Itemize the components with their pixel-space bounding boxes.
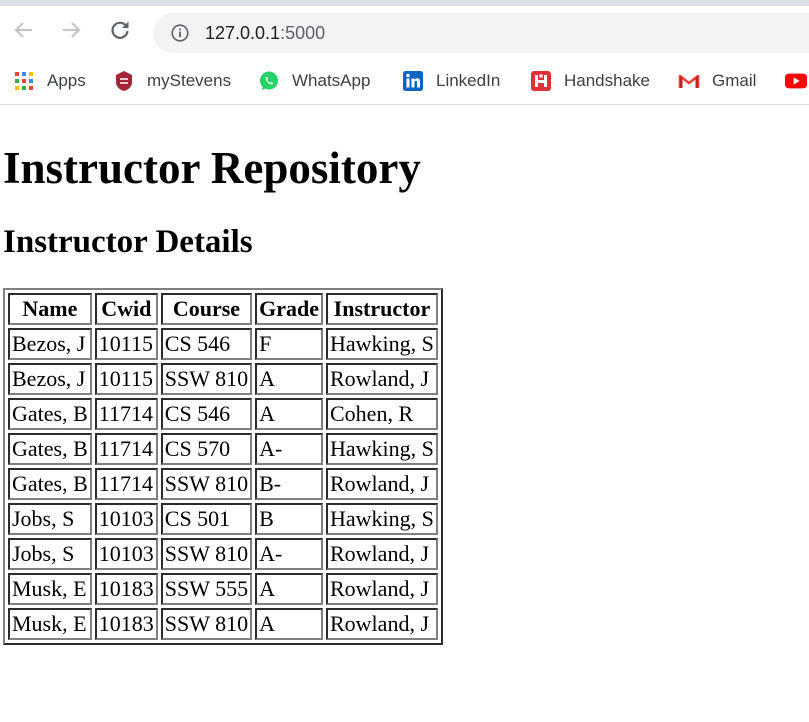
youtube-icon bbox=[785, 70, 807, 92]
bookmark-label: WhatsApp bbox=[292, 71, 371, 90]
cell-cwid: 10183 bbox=[94, 573, 158, 605]
cell-instructor: Rowland, J bbox=[326, 573, 438, 605]
cell-grade: A- bbox=[255, 538, 323, 570]
cell-grade: A bbox=[255, 608, 323, 640]
cell-course: SSW 555 bbox=[160, 573, 253, 605]
bookmark-gmail[interactable]: Gmail bbox=[678, 70, 756, 92]
info-icon[interactable] bbox=[171, 24, 189, 42]
cell-course: SSW 810 bbox=[160, 538, 253, 570]
header-name: Name bbox=[8, 293, 92, 325]
cell-grade: A- bbox=[255, 433, 323, 465]
bookmark-linkedin[interactable]: LinkedIn bbox=[402, 70, 500, 92]
cell-instructor: Rowland, J bbox=[326, 363, 438, 395]
browser-toolbar: 127.0.0.1:5000 bbox=[0, 6, 809, 58]
back-button[interactable] bbox=[13, 19, 35, 41]
cell-cwid: 10115 bbox=[94, 363, 158, 395]
cell-name: Gates, B bbox=[8, 398, 92, 430]
whatsapp-icon bbox=[258, 70, 280, 92]
bookmark-apps[interactable]: Apps bbox=[13, 70, 86, 92]
page-title: Instructor Repository bbox=[3, 143, 421, 193]
cell-course: CS 546 bbox=[160, 328, 253, 360]
cell-course: CS 570 bbox=[160, 433, 253, 465]
bookmark-label: Handshake bbox=[564, 71, 651, 90]
arrow-right-icon bbox=[63, 22, 81, 38]
cell-name: Gates, B bbox=[8, 433, 92, 465]
cell-grade: F bbox=[255, 328, 323, 360]
table-row: Bezos, J 10115 SSW 810 A Rowland, J bbox=[8, 363, 438, 395]
url-port: :5000 bbox=[280, 23, 326, 43]
table-header-row: Name Cwid Course Grade Instructor bbox=[8, 293, 438, 325]
reload-button[interactable] bbox=[109, 19, 131, 41]
instructor-table: Name Cwid Course Grade Instructor Bezos,… bbox=[3, 288, 443, 645]
header-course: Course bbox=[160, 293, 253, 325]
gmail-icon bbox=[678, 70, 700, 92]
table-row: Jobs, S 10103 CS 501 B Hawking, S bbox=[8, 503, 438, 535]
cell-course: CS 546 bbox=[160, 398, 253, 430]
linkedin-icon bbox=[402, 70, 424, 92]
cell-cwid: 11714 bbox=[94, 468, 158, 500]
page-content: Instructor Repository Instructor Details… bbox=[0, 143, 809, 645]
cell-instructor: Cohen, R bbox=[326, 398, 438, 430]
cell-grade: A bbox=[255, 398, 323, 430]
bookmark-label: LinkedIn bbox=[436, 71, 501, 90]
cell-cwid: 10115 bbox=[94, 328, 158, 360]
cell-instructor: Rowland, J bbox=[326, 468, 438, 500]
apps-grid-icon bbox=[13, 70, 35, 92]
table-row: Musk, E 10183 SSW 810 A Rowland, J bbox=[8, 608, 438, 640]
bookmark-handshake[interactable]: Handshake bbox=[530, 70, 650, 92]
cell-course: SSW 810 bbox=[160, 608, 253, 640]
table-row: Gates, B 11714 CS 570 A- Hawking, S bbox=[8, 433, 438, 465]
forward-button[interactable] bbox=[60, 19, 82, 41]
table-row: Gates, B 11714 SSW 810 B- Rowland, J bbox=[8, 468, 438, 500]
bookmark-youtube[interactable] bbox=[785, 70, 809, 92]
table-row: Jobs, S 10103 SSW 810 A- Rowland, J bbox=[8, 538, 438, 570]
bookmark-mystevens[interactable]: myStevens bbox=[113, 70, 231, 92]
cell-grade: B- bbox=[255, 468, 323, 500]
address-bar[interactable]: 127.0.0.1:5000 bbox=[153, 13, 809, 53]
table-row: Bezos, J 10115 CS 546 F Hawking, S bbox=[8, 328, 438, 360]
cell-name: Jobs, S bbox=[8, 503, 92, 535]
header-cwid: Cwid bbox=[94, 293, 158, 325]
bookmark-label: Gmail bbox=[712, 71, 757, 90]
cell-instructor: Hawking, S bbox=[326, 433, 438, 465]
cell-grade: A bbox=[255, 573, 323, 605]
cell-instructor: Rowland, J bbox=[326, 608, 438, 640]
cell-grade: B bbox=[255, 503, 323, 535]
url-text[interactable]: 127.0.0.1:5000 bbox=[205, 22, 325, 44]
cell-cwid: 10103 bbox=[94, 503, 158, 535]
cell-name: Musk, E bbox=[8, 573, 92, 605]
cell-name: Musk, E bbox=[8, 608, 92, 640]
bookmark-label: myStevens bbox=[147, 71, 232, 90]
cell-cwid: 11714 bbox=[94, 398, 158, 430]
handshake-icon bbox=[530, 70, 552, 92]
url-host: 127.0.0.1 bbox=[205, 23, 281, 43]
cell-course: SSW 810 bbox=[160, 363, 253, 395]
header-instructor: Instructor bbox=[326, 293, 438, 325]
bookmark-whatsapp[interactable]: WhatsApp bbox=[258, 70, 370, 92]
header-grade: Grade bbox=[255, 293, 323, 325]
table-row: Gates, B 11714 CS 546 A Cohen, R bbox=[8, 398, 438, 430]
bookmark-label: Apps bbox=[47, 71, 86, 90]
cell-name: Gates, B bbox=[8, 468, 92, 500]
cell-instructor: Hawking, S bbox=[326, 328, 438, 360]
reload-icon bbox=[111, 21, 129, 39]
cell-instructor: Hawking, S bbox=[326, 503, 438, 535]
cell-course: CS 501 bbox=[160, 503, 253, 535]
cell-name: Bezos, J bbox=[8, 328, 92, 360]
table-row: Musk, E 10183 SSW 555 A Rowland, J bbox=[8, 573, 438, 605]
cell-name: Bezos, J bbox=[8, 363, 92, 395]
arrow-left-icon bbox=[14, 22, 32, 38]
cell-grade: A bbox=[255, 363, 323, 395]
cell-instructor: Rowland, J bbox=[326, 538, 438, 570]
cell-cwid: 10103 bbox=[94, 538, 158, 570]
bookmarks-bar: Apps myStevens WhatsApp LinkedIn Handsha… bbox=[0, 58, 809, 105]
cell-course: SSW 810 bbox=[160, 468, 253, 500]
stevens-shield-icon bbox=[113, 70, 135, 92]
cell-name: Jobs, S bbox=[8, 538, 92, 570]
cell-cwid: 10183 bbox=[94, 608, 158, 640]
page-subtitle: Instructor Details bbox=[3, 224, 253, 260]
cell-cwid: 11714 bbox=[94, 433, 158, 465]
